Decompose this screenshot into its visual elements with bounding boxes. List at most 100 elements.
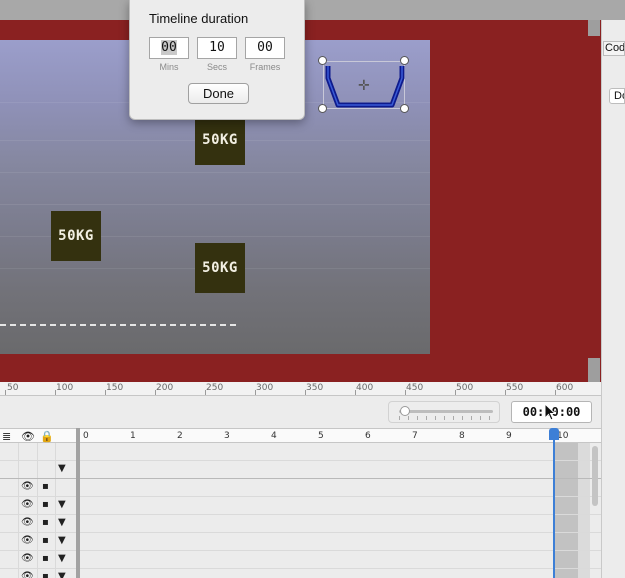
ruler-tick — [55, 390, 56, 395]
resize-handle-top-right[interactable] — [400, 56, 409, 65]
lock-dot-icon[interactable]: ▪ — [42, 481, 49, 492]
timeline-header: ≣ 👁 🔒 0 1 2 3 4 5 6 7 8 9 10 — [0, 428, 601, 443]
popover-title: Timeline duration — [149, 11, 249, 26]
expand-triangle-icon[interactable]: ▼ — [58, 499, 66, 510]
playhead-line[interactable] — [553, 437, 555, 578]
scrollbar-thumb-top[interactable] — [588, 20, 600, 36]
timeline-track[interactable] — [0, 443, 601, 461]
ruler-label: 100 — [56, 383, 74, 393]
resize-handle-bottom-right[interactable] — [400, 104, 409, 113]
ruler-tick — [555, 390, 556, 395]
timeline-track[interactable]: 👁 ▪ — [0, 479, 601, 497]
gradient-band — [0, 172, 430, 173]
visibility-eye-icon[interactable]: 👁 — [21, 481, 34, 492]
ruler-tick — [5, 390, 6, 395]
second-mark: 2 — [177, 431, 183, 441]
ruler-label: 300 — [256, 383, 274, 393]
zoom-slider-ticks — [399, 416, 493, 420]
ruler-tick — [205, 390, 206, 395]
second-mark: 6 — [365, 431, 371, 441]
expand-triangle-icon[interactable]: ▼ — [58, 463, 66, 474]
code-tab[interactable]: Code — [603, 41, 625, 56]
visibility-eye-icon[interactable]: 👁 — [21, 571, 34, 578]
weight-block[interactable]: 50KG — [195, 115, 245, 165]
lock-dot-icon[interactable]: ▪ — [42, 535, 49, 546]
dashed-guide-line — [0, 324, 236, 326]
ruler-tick — [255, 390, 256, 395]
ruler-tick — [505, 390, 506, 395]
ruler-label: 400 — [356, 383, 374, 393]
horizontal-ruler: 50 100 150 200 250 300 350 400 450 500 5… — [0, 382, 601, 396]
timeline-zoom-slider[interactable] — [388, 401, 500, 423]
second-mark: 0 — [83, 431, 89, 441]
side-panel-button[interactable]: Do — [609, 88, 625, 104]
eye-icon[interactable]: 👁 — [21, 430, 35, 443]
mouse-pointer-icon — [544, 403, 556, 421]
timeline-track[interactable]: 👁 ▪ ▼ — [0, 515, 601, 533]
ruler-tick — [355, 390, 356, 395]
zoom-slider-knob[interactable] — [399, 406, 410, 416]
timeline-track[interactable]: 👁 ▪ ▼ — [0, 497, 601, 515]
seconds-field[interactable]: 10 — [197, 37, 237, 59]
minutes-label: Mins — [159, 62, 179, 72]
ruler-label: 150 — [106, 383, 124, 393]
done-button[interactable]: Done — [188, 83, 249, 104]
weight-block[interactable]: 50KG — [51, 211, 101, 261]
lock-dot-icon[interactable]: ▪ — [42, 499, 49, 510]
zoom-slider-track — [399, 410, 493, 413]
expand-triangle-icon[interactable]: ▼ — [58, 535, 66, 546]
ruler-label: 200 — [156, 383, 174, 393]
second-mark: 8 — [459, 431, 465, 441]
top-strip — [0, 0, 625, 20]
timeline-track[interactable]: 👁 ▪ ▼ — [0, 533, 601, 551]
move-crosshair-icon[interactable]: ✛ — [358, 78, 370, 94]
visibility-eye-icon[interactable]: 👁 — [21, 535, 34, 546]
resize-handle-top-left[interactable] — [318, 56, 327, 65]
timeline-track[interactable]: 👁 ▪ ▼ — [0, 551, 601, 569]
expand-triangle-icon[interactable]: ▼ — [58, 571, 66, 578]
ruler-tick — [405, 390, 406, 395]
bucket-shape-selected[interactable]: ✛ — [323, 61, 405, 109]
second-mark: 7 — [412, 431, 418, 441]
ruler-tick — [105, 390, 106, 395]
expand-triangle-icon[interactable]: ▼ — [58, 553, 66, 564]
second-mark: 3 — [224, 431, 230, 441]
stage-vertical-scrollbar[interactable] — [588, 20, 600, 382]
resize-handle-bottom-left[interactable] — [318, 104, 327, 113]
scrollbar-thumb-bottom[interactable] — [588, 358, 600, 382]
second-mark: 9 — [506, 431, 512, 441]
visibility-eye-icon[interactable]: 👁 — [21, 517, 34, 528]
ruler-label: 500 — [456, 383, 474, 393]
weight-block[interactable]: 50KG — [195, 243, 245, 293]
gradient-band — [0, 204, 430, 205]
timeline-duration-popover: Timeline duration 00 10 00 Mins Secs Fra… — [129, 0, 305, 120]
timeline-track[interactable]: 👁 ▪ ▼ — [0, 569, 601, 578]
lock-icon[interactable]: 🔒 — [40, 430, 54, 443]
seconds-label: Secs — [206, 62, 227, 72]
ruler-tick — [305, 390, 306, 395]
timeline-track-group[interactable]: ▼ — [0, 461, 601, 479]
second-mark: 1 — [130, 431, 136, 441]
lock-dot-icon[interactable]: ▪ — [42, 517, 49, 528]
frames-field[interactable]: 00 — [245, 37, 285, 59]
ruler-label: 350 — [306, 383, 324, 393]
frames-label: Frames — [249, 62, 281, 72]
visibility-eye-icon[interactable]: 👁 — [21, 499, 34, 510]
lock-dot-icon[interactable]: ▪ — [42, 571, 49, 578]
ruler-label: 250 — [206, 383, 224, 393]
ruler-label: 50 — [7, 383, 19, 393]
lock-dot-icon[interactable]: ▪ — [42, 553, 49, 564]
ruler-label: 600 — [556, 383, 574, 393]
minutes-field[interactable]: 00 — [149, 37, 189, 59]
ruler-tick — [455, 390, 456, 395]
ruler-label: 550 — [506, 383, 524, 393]
second-mark: 4 — [271, 431, 277, 441]
layers-menu-icon[interactable]: ≣ — [2, 430, 11, 443]
ruler-tick — [155, 390, 156, 395]
expand-triangle-icon[interactable]: ▼ — [58, 517, 66, 528]
visibility-eye-icon[interactable]: 👁 — [21, 553, 34, 564]
timeline-layer-divider[interactable] — [76, 428, 80, 578]
ruler-label: 450 — [406, 383, 424, 393]
timeline-scrollbar[interactable] — [592, 446, 598, 506]
second-mark: 5 — [318, 431, 324, 441]
